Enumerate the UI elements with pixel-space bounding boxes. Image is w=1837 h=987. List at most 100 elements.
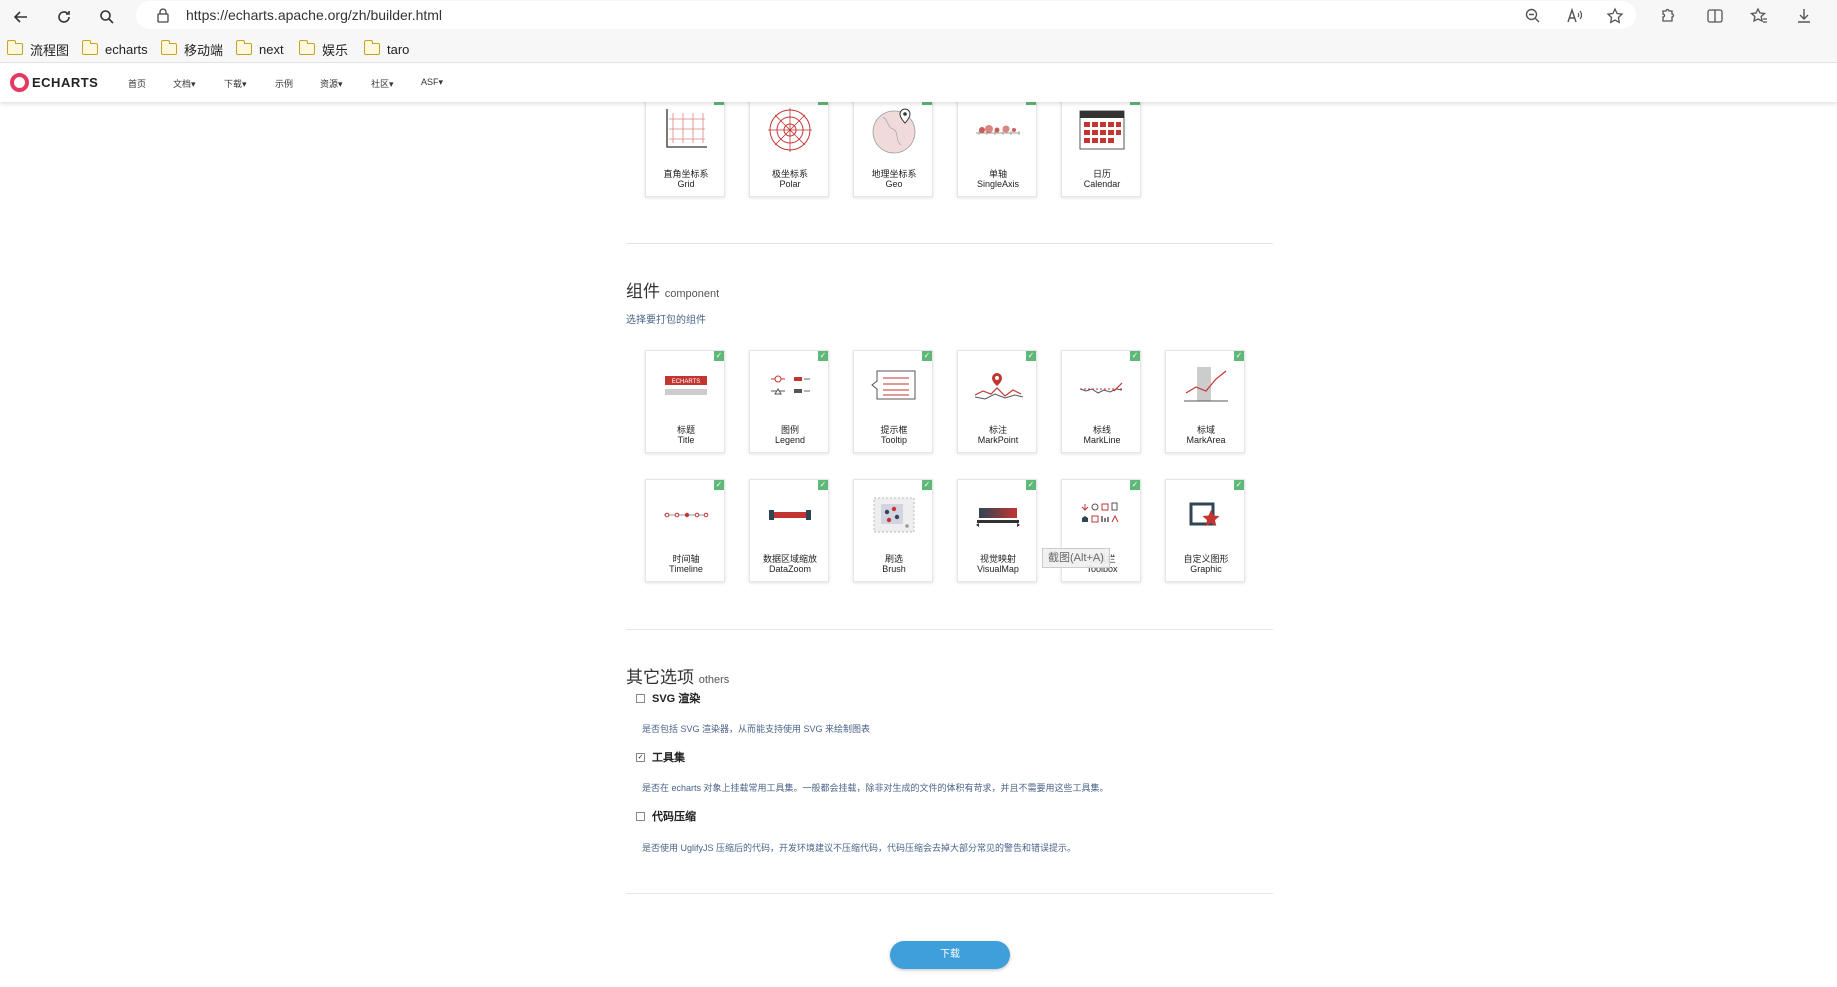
others-title: 其它选项 others	[626, 668, 730, 687]
utils-checkbox[interactable]: ✓	[636, 752, 645, 762]
section-divider	[626, 629, 1273, 630]
visual-map-icon	[976, 508, 1020, 527]
nav-home[interactable]: 首页	[128, 77, 146, 90]
caret-down-icon: ▾	[242, 79, 247, 89]
split-screen-icon[interactable]	[1704, 5, 1726, 27]
component-card-graphic[interactable]: ✓ 自定义图形 Graphic	[1165, 479, 1245, 582]
option-desc: 是否包括 SVG 渲染器，从而能支持使用 SVG 来绘制图表	[642, 724, 871, 734]
bookmark-folder[interactable]: 移动端	[160, 40, 223, 58]
legend-icon	[771, 375, 810, 395]
checkmark-icon: ✓	[922, 480, 932, 490]
bookmark-folder[interactable]: next	[235, 40, 284, 58]
download-button[interactable]: 下载	[890, 941, 1010, 969]
components-title: 组件 component	[626, 282, 720, 301]
checkmark-icon: ✓	[714, 480, 724, 490]
zoom-out-icon[interactable]	[1522, 5, 1544, 27]
nav-resources[interactable]: 资源▾	[320, 77, 343, 90]
echarts-logo[interactable]: ECHARTS	[10, 73, 98, 92]
brush-icon	[873, 497, 915, 533]
graphic-icon	[1189, 502, 1220, 527]
component-card-brush[interactable]: ✓ 刷选 Brush	[853, 479, 933, 582]
tooltip-icon	[871, 370, 916, 400]
checkmark-icon: ✓	[818, 480, 828, 490]
bookmark-folder[interactable]: echarts	[81, 40, 148, 58]
favorites-icon[interactable]	[1748, 5, 1770, 27]
nav-asf[interactable]: ASF▾	[421, 77, 443, 88]
checkmark-icon: ✓	[1130, 351, 1140, 361]
single-axis-icon	[976, 125, 1020, 135]
folder-icon	[298, 40, 315, 55]
address-bar[interactable]: https://echarts.apache.org/zh/builder.ht…	[136, 1, 1636, 29]
bookmark-folder[interactable]: taro	[363, 40, 409, 58]
echarts-logo-icon	[10, 73, 29, 92]
option-svg-renderer[interactable]: SVG 渲染	[636, 690, 700, 706]
refresh-icon[interactable]	[51, 4, 77, 30]
checkmark-icon: ✓	[1130, 480, 1140, 490]
checkmark-icon: ✓	[714, 351, 724, 361]
screenshot-tooltip: 截图(Alt+A)	[1042, 548, 1110, 568]
caret-down-icon: ▾	[389, 79, 394, 89]
star-icon[interactable]	[1604, 5, 1626, 27]
coord-card-single-axis[interactable]: ✓ 单轴 SingleAxis	[957, 94, 1037, 197]
bookmarks-bar: 流程图 echarts 移动端 next 娱乐 taro	[0, 33, 1837, 63]
lock-icon	[156, 7, 170, 28]
component-card-timeline[interactable]: ✓ 时间轴 Timeline	[645, 479, 725, 582]
calendar-icon	[1079, 110, 1125, 150]
checkmark-icon: ✓	[818, 351, 828, 361]
title-icon: ECHARTS	[665, 376, 707, 395]
caret-down-icon: ▾	[191, 79, 196, 89]
checkmark-icon: ✓	[1026, 351, 1036, 361]
checkmark-icon: ✓	[922, 351, 932, 361]
mark-area-icon	[1184, 367, 1228, 402]
read-aloud-icon[interactable]	[1563, 5, 1585, 27]
grid-chart-icon	[666, 109, 707, 148]
option-minify[interactable]: 代码压缩	[636, 808, 696, 824]
folder-icon	[81, 40, 98, 55]
nav-community[interactable]: 社区▾	[371, 77, 394, 90]
component-card-title[interactable]: ✓ ECHARTS 标题 Title	[645, 350, 725, 453]
section-divider	[626, 243, 1273, 244]
checkmark-icon: ✓	[1026, 480, 1036, 490]
component-card-datazoom[interactable]: ✓ 数据区域缩放 DataZoom	[749, 479, 829, 582]
component-card-legend[interactable]: ✓ 图例 Legend	[749, 350, 829, 453]
folder-icon	[6, 40, 23, 55]
geo-map-icon	[872, 108, 916, 154]
bookmark-folder[interactable]: 流程图	[6, 40, 69, 58]
minify-checkbox[interactable]	[636, 811, 645, 821]
option-desc: 是否在 echarts 对象上挂载常用工具集。一般都会挂载，除非对生成的文件的体…	[642, 783, 1109, 793]
browser-toolbar: https://echarts.apache.org/zh/builder.ht…	[0, 0, 1837, 33]
caret-down-icon: ▾	[338, 79, 343, 89]
download-icon[interactable]	[1793, 5, 1815, 27]
coord-card-calendar[interactable]: ✓ 日历 Calendar	[1061, 94, 1141, 197]
svg-text:ECHARTS: ECHARTS	[672, 379, 701, 385]
component-card-tooltip[interactable]: ✓ 提示框 Tooltip	[853, 350, 933, 453]
url-text[interactable]: https://echarts.apache.org/zh/builder.ht…	[186, 7, 442, 23]
component-card-markline[interactable]: ✓ 标线 MarkLine	[1061, 350, 1141, 453]
data-zoom-icon	[769, 510, 811, 520]
coord-card-polar[interactable]: ✓ 极坐标系 Polar	[749, 94, 829, 197]
checkmark-icon: ✓	[1234, 351, 1244, 361]
back-icon[interactable]	[8, 4, 34, 30]
folder-icon	[235, 40, 252, 55]
checkmark-icon: ✓	[1234, 480, 1244, 490]
coord-card-geo[interactable]: ✓ 地理坐标系 Geo	[853, 94, 933, 197]
option-desc: 是否使用 UglifyJS 压缩后的代码，开发环境建议不压缩代码，代码压缩会去掉…	[642, 843, 1077, 853]
toolbox-icon	[1081, 502, 1119, 523]
coord-card-grid[interactable]: ✓ 直角坐标系 Grid	[645, 94, 725, 197]
site-navbar: ECHARTS 首页 文档▾ 下载▾ 示例 资源▾ 社区▾ ASF▾	[0, 64, 1837, 102]
mark-line-icon	[1079, 382, 1124, 394]
svg-renderer-checkbox[interactable]	[636, 693, 645, 703]
nav-download[interactable]: 下载▾	[224, 77, 247, 90]
component-card-markpoint[interactable]: ✓ 标注 MarkPoint	[957, 350, 1037, 453]
nav-examples[interactable]: 示例	[275, 77, 293, 90]
component-card-markarea[interactable]: ✓ 标域 MarkArea	[1165, 350, 1245, 453]
nav-docs[interactable]: 文档▾	[173, 77, 196, 90]
extensions-icon[interactable]	[1656, 5, 1678, 27]
search-icon[interactable]	[94, 4, 120, 30]
components-subtitle: 选择要打包的组件	[626, 315, 706, 326]
component-card-visualmap[interactable]: ✓ 视觉映射 VisualMap	[957, 479, 1037, 582]
section-divider	[626, 893, 1273, 894]
bookmark-folder[interactable]: 娱乐	[298, 40, 348, 58]
option-utils[interactable]: ✓ 工具集	[636, 749, 685, 765]
mark-point-icon	[974, 373, 1023, 400]
